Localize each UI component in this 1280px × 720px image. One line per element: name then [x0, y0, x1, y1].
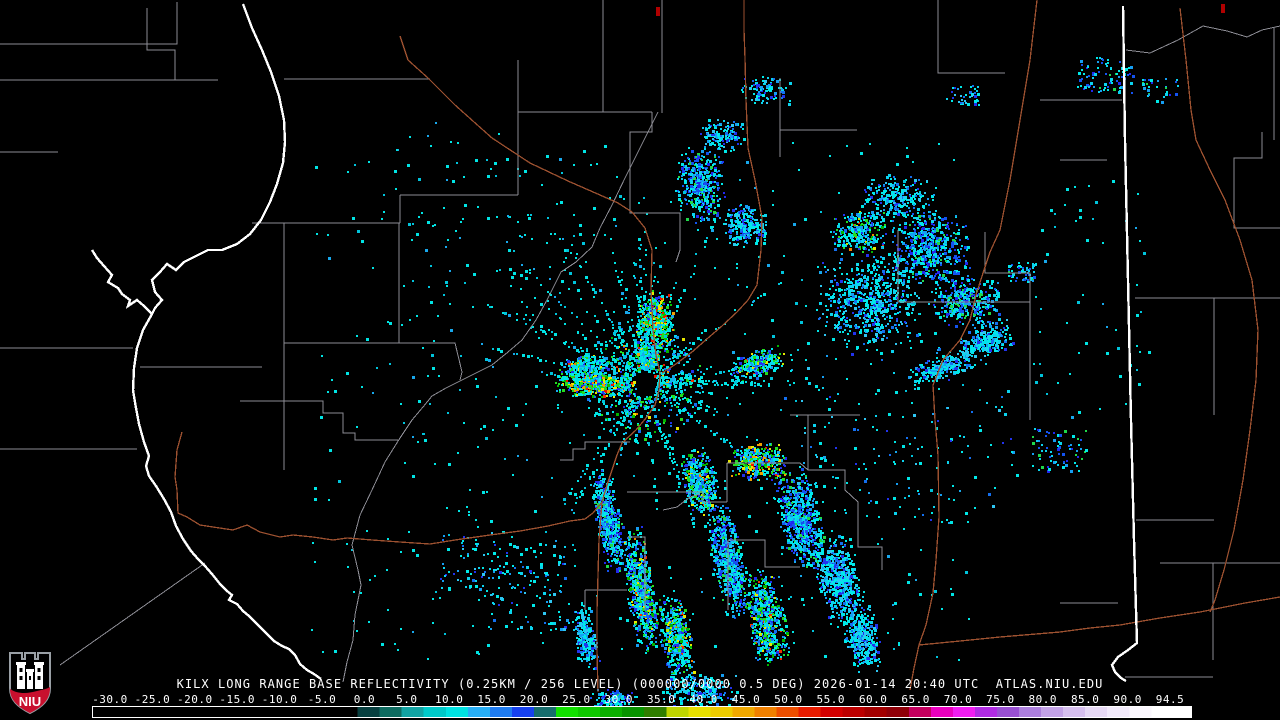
county-line — [59, 562, 206, 666]
colorbar-tick-label: 90.0 — [1113, 693, 1142, 706]
county-line — [0, 2, 178, 45]
colorbar-tick-label: 80.0 — [1028, 693, 1058, 706]
colorbar-tick-label: -10.0 — [261, 693, 298, 706]
county-line — [937, 0, 1005, 74]
county-line — [897, 230, 1030, 303]
colorbar-tick-label: -25.0 — [134, 693, 171, 706]
state-border-line — [131, 3, 322, 680]
road-line — [909, 0, 1038, 691]
colorbar-tick-label: 65.0 — [901, 693, 930, 706]
colorbar-tick-label: 85.0 — [1070, 693, 1100, 706]
county-line — [984, 232, 1031, 420]
road-line — [661, 0, 763, 374]
colorbar-tick-label: 25.0 — [562, 693, 591, 706]
colorbar-tick-label: 30.0 — [604, 693, 634, 706]
colorbar-tick-label: -30.0 — [92, 693, 128, 706]
road-line — [1179, 7, 1259, 613]
colorbar-tick-label: 35.0 — [646, 693, 676, 706]
road-line — [399, 35, 661, 373]
county-line — [284, 342, 463, 381]
colorbar-tick-label: 70.0 — [943, 693, 973, 706]
county-line — [628, 536, 646, 610]
colorbar-tick-label: 55.0 — [816, 693, 846, 706]
niu-logo-text: NIU — [19, 694, 41, 709]
map-marker — [1221, 4, 1225, 13]
colorbar-scale — [92, 706, 1192, 718]
colorbar-tick-label: 45.0 — [731, 693, 761, 706]
county-line — [808, 469, 883, 570]
colorbar-tick-label: 50.0 — [774, 693, 803, 706]
colorbar-tick-label: -15.0 — [219, 693, 255, 706]
product-caption: KILX LONG RANGE BASE REFLECTIVITY (0.25K… — [176, 677, 1104, 691]
county-line — [629, 112, 681, 263]
colorbar-tick-label: 15.0 — [477, 693, 506, 706]
county-line — [1233, 132, 1280, 229]
state-border-line — [1110, 5, 1139, 683]
county-line — [727, 462, 809, 471]
county-line — [627, 491, 727, 503]
colorbar-tick-label: 75.0 — [986, 693, 1015, 706]
niu-logo: NIU — [9, 652, 51, 714]
river-line — [342, 111, 659, 683]
colorbar-tick-label: 0.0 — [353, 693, 376, 706]
county-line — [728, 539, 800, 568]
colorbar-tick-label: 60.0 — [858, 693, 888, 706]
river-line — [662, 493, 701, 511]
map-marker — [656, 7, 660, 16]
colorbar-tick-label: 5.0 — [396, 693, 418, 706]
colorbar-tick-label: 20.0 — [519, 693, 549, 706]
map-boundary-layer — [0, 0, 1280, 693]
state-border-line — [90, 249, 153, 315]
colorbar-tick-label: 94.5 — [1155, 693, 1185, 706]
road-line — [174, 371, 661, 545]
river-line — [1125, 25, 1280, 54]
county-line — [560, 441, 630, 461]
colorbar-tick-label: -20.0 — [176, 693, 213, 706]
road-line — [918, 596, 1280, 646]
colorbar-tick-label: 40.0 — [689, 693, 718, 706]
county-line — [240, 400, 398, 441]
road-line — [596, 501, 603, 693]
colorbar-tick-label: 10.0 — [434, 693, 464, 706]
colorbar-tick-label: -5.0 — [307, 693, 337, 706]
colorbar-tick-labels: -30.0 -25.0 -20.0 -15.0 -10.0 -5.0 0.0 5.0 10.0 1… — [0, 693, 1280, 706]
radar-display: KILX LONG RANGE BASE REFLECTIVITY (0.25K… — [0, 0, 1280, 720]
